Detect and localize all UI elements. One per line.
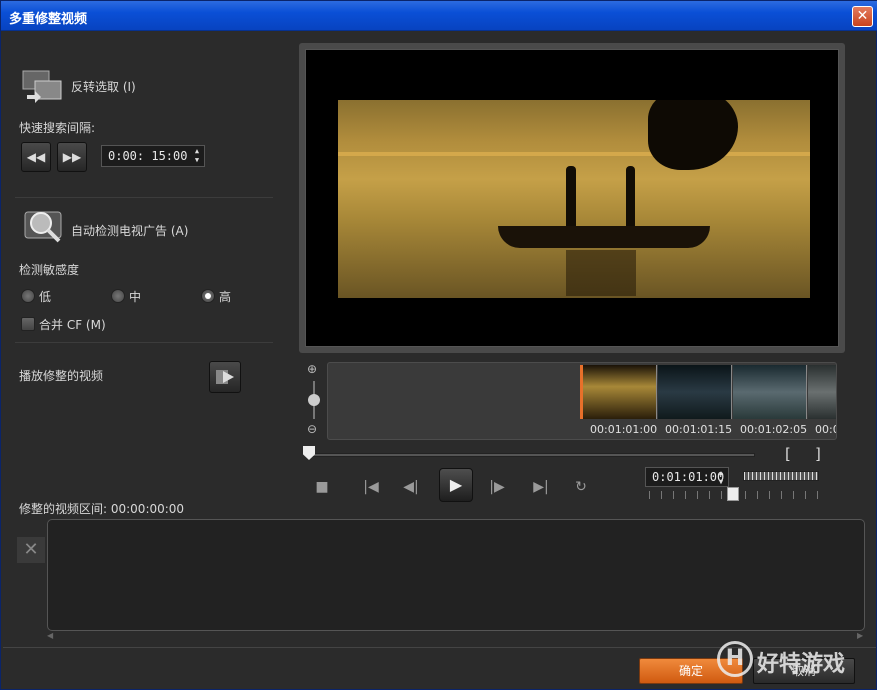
scrubber-track[interactable] [307, 453, 755, 457]
play-trimmed-label: 播放修整的视频 [19, 369, 104, 383]
repeat-button[interactable]: ↻ [569, 475, 593, 499]
auto-detect-link[interactable]: 自动检测电视广告 (A) [71, 222, 188, 239]
go-start-icon: |◀ [363, 479, 379, 495]
sensitivity-high-label: 高 [219, 290, 232, 304]
watermark-logo: H [717, 641, 753, 677]
sensitivity-low-radio[interactable] [21, 289, 35, 303]
sensitivity-low-label: 低 [39, 290, 52, 304]
watermark-text: 好特游戏 [757, 652, 846, 677]
trimmed-interval-label: 修整的视频区间: 00:00:00:00 [19, 502, 185, 516]
thumbnail[interactable] [808, 365, 836, 419]
sensitivity-mid-label: 中 [129, 290, 142, 304]
play-button[interactable]: ▶ [439, 468, 473, 502]
go-start-button[interactable]: |◀ [359, 475, 383, 499]
fast-forward-icon: ▶▶ [62, 150, 82, 164]
timecode-input[interactable]: 0:01:01:00 ▲ ▼ [645, 467, 729, 487]
next-frame-button[interactable]: |▶ [485, 475, 509, 499]
preview-screen [305, 49, 839, 347]
invert-selection-icon [22, 70, 62, 103]
merge-cf-checkbox[interactable] [21, 317, 35, 331]
thumb-time: 00:01:01:00 [590, 423, 658, 436]
mark-out-button[interactable]: ] [815, 445, 821, 463]
window-title: 多重修整视频 [9, 12, 88, 27]
detect-commercial-icon [24, 211, 62, 243]
zoom-in-icon[interactable]: ⊕ [307, 362, 317, 376]
thumbnail[interactable] [658, 365, 732, 419]
thumbnail-strip[interactable]: 00:01:01:00 00:01:01:15 00:01:02:05 00:0 [327, 362, 837, 440]
rewind-button[interactable]: ◀◀ [21, 142, 51, 172]
invert-selection-link[interactable]: 反转选取 (I) [71, 78, 136, 95]
thumbnail[interactable] [583, 365, 657, 419]
sensitivity-label: 检测敏感度 [19, 263, 80, 277]
repeat-icon: ↻ [575, 479, 587, 495]
interval-value: 0:00: 15:00 [108, 149, 188, 163]
shuttle-handle[interactable] [727, 487, 739, 501]
prev-frame-icon: ◀| [403, 479, 419, 495]
quick-search-label: 快速搜索间隔: [19, 121, 96, 135]
scroll-left-icon[interactable]: ◀ [47, 631, 53, 640]
remove-clip-button[interactable]: ✕ [17, 537, 45, 563]
close-button[interactable]: ✕ [852, 6, 873, 27]
divider [15, 342, 273, 343]
video-preview [299, 43, 845, 353]
fast-forward-button[interactable]: ▶▶ [57, 142, 87, 172]
thumbnail[interactable] [733, 365, 807, 419]
play-film-icon [216, 370, 234, 384]
go-end-icon: ▶| [533, 479, 549, 495]
sensitivity-high-radio[interactable] [201, 289, 215, 303]
play-icon: ▶ [449, 475, 463, 494]
trimmed-clips-list[interactable] [47, 519, 865, 631]
trim-video-dialog: 多重修整视频 ✕ 反转选取 (I) 快速搜索间隔: ◀◀ ▶▶ 0:00: 15… [0, 0, 877, 690]
timecode-value: 0:01:01:00 [652, 470, 725, 484]
scrubber-handle[interactable] [303, 446, 315, 460]
delete-x-icon: ✕ [23, 539, 39, 560]
thumb-time: 00:0 [815, 423, 836, 436]
go-end-button[interactable]: ▶| [529, 475, 553, 499]
merge-cf-label: 合并 CF (M) [39, 318, 106, 332]
rewind-icon: ◀◀ [26, 150, 46, 164]
timecode-spinner[interactable]: ▲ ▼ [716, 469, 726, 487]
stop-button[interactable]: ■ [310, 475, 334, 499]
video-frame [338, 100, 810, 298]
scroll-right-icon[interactable]: ▶ [857, 631, 863, 640]
prev-frame-button[interactable]: ◀| [399, 475, 423, 499]
thumb-time: 00:01:02:05 [740, 423, 808, 436]
play-trimmed-button[interactable] [209, 361, 241, 393]
sensitivity-mid-radio[interactable] [111, 289, 125, 303]
title-bar: 多重修整视频 ✕ [1, 1, 877, 31]
mark-in-button[interactable]: [ [785, 445, 791, 463]
zoom-out-icon[interactable]: ⊖ [307, 422, 317, 436]
next-frame-icon: |▶ [489, 479, 505, 495]
stop-icon: ■ [315, 479, 329, 495]
thumb-time: 00:01:01:15 [665, 423, 733, 436]
interval-spinner[interactable]: ▲ ▼ [192, 147, 202, 165]
zoom-slider-handle[interactable] [308, 394, 320, 406]
interval-input[interactable]: 0:00: 15:00 ▲ ▼ [101, 145, 205, 167]
jog-wheel[interactable] [743, 471, 819, 481]
divider [15, 197, 273, 198]
